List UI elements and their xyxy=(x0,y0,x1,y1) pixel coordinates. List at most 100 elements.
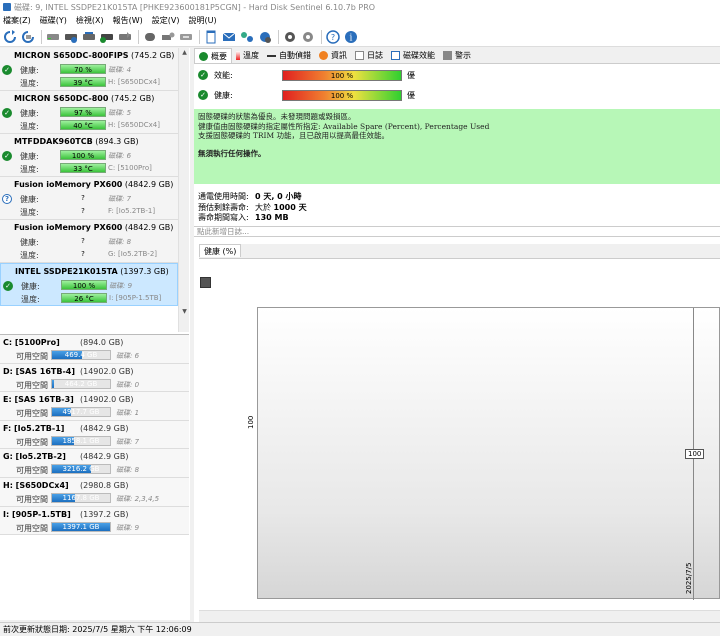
toolbar-separator xyxy=(41,29,42,44)
gear-check-icon[interactable] xyxy=(300,29,316,45)
health-chart-area: 健康 (%) 100 2025/7/5 100 xyxy=(199,244,720,622)
help-icon[interactable]: ? xyxy=(325,29,341,45)
volume-free-bar: 1397.1 GB xyxy=(51,521,111,532)
tab-log[interactable]: 日誌 xyxy=(351,48,387,63)
disk-number: 磁碟: 6 xyxy=(108,152,132,160)
disk-health-bar: 100 % xyxy=(60,150,106,160)
hdd-scan-icon[interactable] xyxy=(81,29,97,45)
chart-icon xyxy=(391,51,400,60)
disk-item[interactable]: Fusion ioMemory PX600 (4842.9 GB) 健康: ? … xyxy=(0,220,178,263)
hdd-check-icon[interactable] xyxy=(99,29,115,45)
hdd-icon[interactable] xyxy=(45,29,61,45)
menu-file[interactable]: 檔案(Z) xyxy=(3,15,31,26)
menu-settings[interactable]: 設定(V) xyxy=(152,15,180,26)
network-globe-icon[interactable] xyxy=(257,29,273,45)
health-bar: 100 % xyxy=(282,89,402,101)
performance-bar: 100 % xyxy=(282,69,402,81)
chart-tab-health[interactable]: 健康 (%) xyxy=(199,244,242,257)
disk-temperature-bar: 26 °C xyxy=(61,293,107,303)
disk-list-scrollbar[interactable]: ▲ ▼ xyxy=(178,48,189,332)
scroll-up-arrow[interactable]: ▲ xyxy=(179,48,190,58)
info-icon[interactable]: i xyxy=(343,29,359,45)
hdd-dark-icon[interactable] xyxy=(142,29,158,45)
disk-item[interactable]: Fusion ioMemory PX600 (4842.9 GB) ? 健康: … xyxy=(0,177,178,220)
volume-size: (14902.0 GB) xyxy=(80,395,134,405)
disk-volume: C: [5100Pro] xyxy=(108,164,152,172)
question-icon: ? xyxy=(2,194,12,204)
right-panel: 概要 溫度 自動偵錯 資訊 日誌 磁碟效能 警示 ✓ 效能: 100 % 優 ✓… xyxy=(194,48,720,622)
disk-stats: 通電使用時間: 0 天, 0 小時 預估剩餘壽命: 大於 1000 天 壽命期間寫入… xyxy=(198,192,307,222)
chart-plot-area: 100 2025/7/5 xyxy=(257,307,720,600)
volume-size: (4842.9 GB) xyxy=(80,423,129,433)
volume-disk: 磁碟: 7 xyxy=(116,437,140,446)
disk-title: MTFDDAK960TCB (894.3 GB) xyxy=(14,137,139,146)
volume-item[interactable]: F: [Io5.2TB-1] (4842.9 GB) 可用空間 1858.1 G… xyxy=(0,420,189,450)
volume-size: (14902.0 GB) xyxy=(80,366,134,376)
tab-temperature[interactable]: 溫度 xyxy=(232,48,263,63)
mail-icon[interactable] xyxy=(221,29,237,45)
disk-temperature-bar: 39 °C xyxy=(60,77,106,87)
thermometer-icon xyxy=(236,51,240,60)
tab-disk-performance[interactable]: 磁碟效能 xyxy=(387,48,439,63)
tab-overview[interactable]: 概要 xyxy=(194,48,232,63)
gear-icon[interactable] xyxy=(282,29,298,45)
volume-title: I: [905P-1.5TB] xyxy=(3,509,71,519)
disk-title: MICRON S650DC-800 (745.2 GB) xyxy=(14,94,155,103)
volume-item[interactable]: C: [5100Pro] (894.0 GB) 可用空間 469.4 GB 磁碟… xyxy=(0,335,189,364)
menu-disk[interactable]: 磁碟(Y) xyxy=(40,15,67,26)
volume-item[interactable]: H: [S650DCx4] (2980.8 GB) 可用空間 1167.8 GB… xyxy=(0,477,189,507)
volume-item[interactable]: I: [905P-1.5TB] (1397.2 GB) 可用空間 1397.1 … xyxy=(0,506,189,536)
tab-alerts[interactable]: 警示 xyxy=(439,48,475,63)
menu-help[interactable]: 說明(U) xyxy=(188,15,216,26)
volume-free-bar: 469.4 GB xyxy=(51,350,111,360)
svg-text:?: ? xyxy=(331,33,335,42)
notepad-icon[interactable] xyxy=(203,29,219,45)
network-icon[interactable] xyxy=(239,29,255,45)
hdd-usb-icon[interactable] xyxy=(178,29,194,45)
tab-information[interactable]: 資訊 xyxy=(315,48,351,63)
health-row: ✓ 健康: 100 % 優 xyxy=(198,88,415,102)
status-line-3: 支援固態硬碟的 TRIM 功能，且已啟用以提高最佳效能。 xyxy=(198,131,390,140)
tab-self-test[interactable]: 自動偵錯 xyxy=(263,48,315,63)
save-icon[interactable] xyxy=(200,277,211,288)
disk-item[interactable]: INTEL SSDPE21K015TA (1397.3 GB) ✓ 健康: 10… xyxy=(0,263,178,306)
disk-temperature-bar: ? xyxy=(81,207,85,215)
disk-number: 磁碟: 9 xyxy=(109,282,133,290)
volume-item[interactable]: E: [SAS 16TB-3] (14902.0 GB) 可用空間 4917.7… xyxy=(0,392,189,421)
refresh-disk-icon[interactable] xyxy=(20,29,36,45)
power-on-time: 0 天, 0 小時 xyxy=(255,192,302,201)
disk-item[interactable]: MTFDDAK960TCB (894.3 GB) ✓ 健康: 100 % 磁碟:… xyxy=(0,134,178,177)
volume-item[interactable]: D: [SAS 16TB-4] (14902.0 GB) 可用空間 464.2 … xyxy=(0,363,189,393)
disk-item[interactable]: MICRON S650DC-800 (745.2 GB) ✓ 健康: 97 % … xyxy=(0,91,178,134)
disk-health-bar: 97 % xyxy=(60,107,106,117)
refresh-icon[interactable] xyxy=(2,29,18,45)
hdd-remote-icon[interactable] xyxy=(160,29,176,45)
disk-number: 磁碟: 8 xyxy=(108,238,132,246)
window-title-bar: 磁碟: 9, INTEL SSDPE21K015TA [PHKE92360018… xyxy=(0,0,720,14)
menu-view[interactable]: 檢視(X) xyxy=(76,15,104,26)
disk-volume: I: [905P-1.5TB] xyxy=(109,294,162,302)
status-line-2: 健康值由固態硬碟的指定屬性所指定: Available Spare (Perce… xyxy=(198,121,490,131)
toolbar-separator xyxy=(321,29,322,44)
hdd-test-icon[interactable] xyxy=(117,29,133,45)
volume-disk: 磁碟: 6 xyxy=(116,352,140,360)
status-description: 固態硬碟的狀態為優良。未發現問題或毀損區。 健康值由固態硬碟的指定屬性所指定: … xyxy=(194,109,720,184)
disk-item[interactable]: MICRON S650DC-800FIPS (745.2 GB) ✓ 健康: 7… xyxy=(0,48,178,91)
disk-title: INTEL SSDPE21K015TA (1397.3 GB) xyxy=(15,267,169,276)
log-entry-input[interactable]: 點此新增日誌... xyxy=(194,226,720,237)
volume-free-bar: 4917.7 GB xyxy=(51,407,111,418)
performance-summary: ✓ 效能: 100 % 優 ✓ 健康: 100 % 優 xyxy=(194,66,720,106)
volume-item[interactable]: G: [Io5.2TB-2] (4842.9 GB) 可用空間 3216.2 G… xyxy=(0,449,189,478)
menu-report[interactable]: 報告(W) xyxy=(113,15,143,26)
hdd-network-icon[interactable] xyxy=(63,29,79,45)
chart-horizontal-scrollbar[interactable] xyxy=(199,610,720,622)
status-action: 無須執行任何操作。 xyxy=(198,148,266,158)
window-title: 磁碟: 9, INTEL SSDPE21K015TA [PHKE92360018… xyxy=(14,2,376,12)
scroll-down-arrow[interactable]: ▼ xyxy=(179,307,190,317)
disk-title: MICRON S650DC-800FIPS (745.2 GB) xyxy=(14,51,175,60)
volume-size: (1397.2 GB) xyxy=(80,509,129,519)
volume-title: C: [5100Pro] xyxy=(3,338,60,347)
chart-panel: 100 2025/7/5 100 xyxy=(199,258,720,611)
disk-number: 磁碟: 5 xyxy=(108,109,132,117)
volume-free-bar: 464.2 GB xyxy=(51,378,111,389)
